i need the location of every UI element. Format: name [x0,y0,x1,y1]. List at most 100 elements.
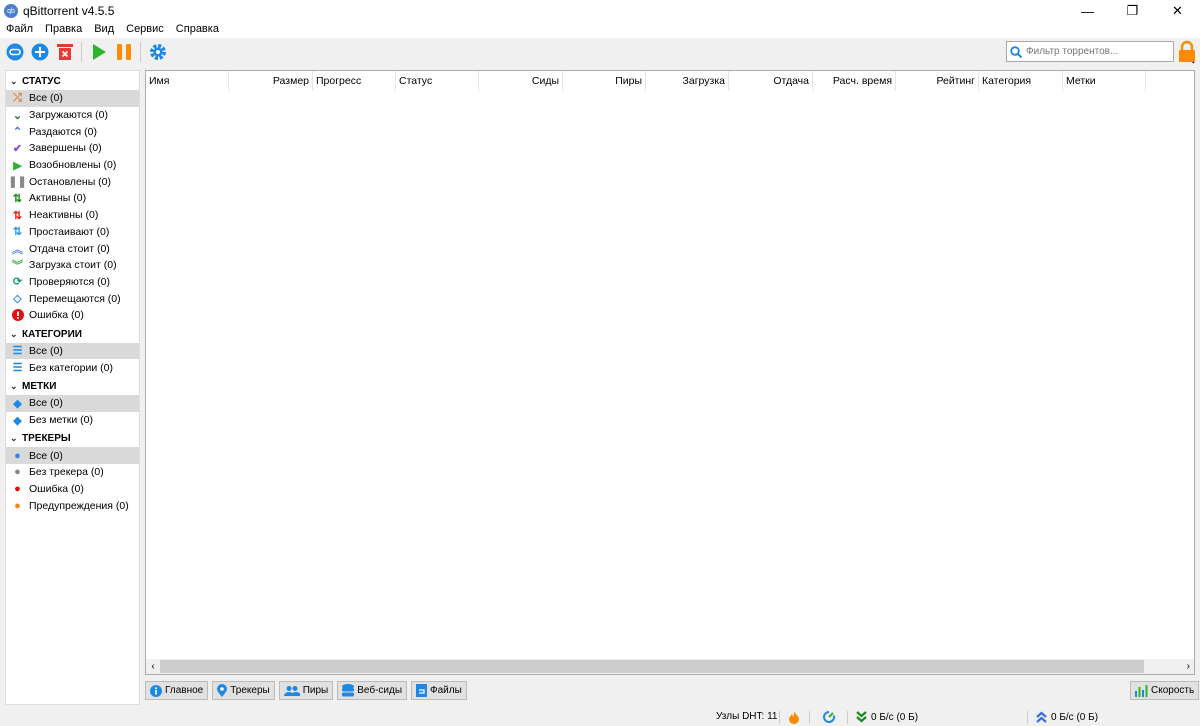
restore-button[interactable]: ❐ [1110,0,1155,22]
sidebar-item-status[interactable]: Ошибка (0) [6,307,139,324]
column-header[interactable]: Расч. время [813,71,896,91]
database-icon [342,684,355,697]
moving-icon: ◇ [13,293,22,306]
column-header[interactable]: До [1146,71,1194,91]
pin-icon [217,684,228,697]
sidebar-item-categories[interactable]: ☰ Без категории (0) [6,359,139,376]
column-header[interactable]: Прогресс [313,71,396,91]
sidebar-item-label: Ошибка (0) [29,483,84,496]
tab-peers[interactable]: Пиры [278,681,334,700]
scrollbar-thumb[interactable] [160,660,1144,673]
sidebar-item-status[interactable]: ⌃ Раздаются (0) [6,123,139,140]
sidebar-item-label: Проверяются (0) [29,275,110,288]
column-header[interactable]: Сиды [479,71,563,91]
app-logo: qb [4,4,18,18]
menu-view[interactable]: Вид [88,22,120,38]
column-header[interactable]: Категория [979,71,1063,91]
chevron-down-icon: ⌄ [10,76,18,86]
column-header[interactable]: Пиры [563,71,646,91]
sidebar-item-status[interactable]: ⇅ Простаивают (0) [6,224,139,241]
pause-icon: ❚❚ [8,176,27,189]
delete-button[interactable] [54,42,75,63]
sidebar-item-status[interactable]: ︽ Отдача стоит (0) [6,240,139,257]
sidebar-item-status[interactable]: ❚❚ Остановлены (0) [6,173,139,190]
menu-file[interactable]: Файл [0,22,39,38]
shuffle-icon: ⤮ [13,91,22,104]
sidebar-item-label: Предупреждения (0) [29,499,129,512]
stalled-upload-icon: ︽ [12,243,23,256]
sidebar-item-label: Загружаются (0) [29,109,108,122]
sidebar-item-status[interactable]: ⟳ Проверяются (0) [6,274,139,291]
column-header[interactable]: Имя [146,71,229,91]
section-categories[interactable]: ⌄ КАТЕГОРИИ [6,326,139,343]
speed-button[interactable]: Скорость [1130,681,1200,700]
sidebar-item-tags[interactable]: ◆ Без метки (0) [6,412,139,429]
sidebar-item-label: Загрузка стоит (0) [29,259,117,272]
sidebar-item-status[interactable]: ⇅ Неактивны (0) [6,207,139,224]
pause-icon [116,44,131,60]
torrent-table: Имя Размер Прогресс Статус Сиды Пиры Загрузка О… [145,70,1195,675]
upload-speed[interactable]: 0 Б/с (0 Б) [1036,711,1098,723]
checking-icon: ⟳ [12,276,23,289]
section-trackers[interactable]: ⌄ ТРЕКЕРЫ [6,430,139,447]
resume-button[interactable] [88,42,109,63]
sidebar-item-trackers[interactable]: ● Предупреждения (0) [6,497,139,514]
section-title: СТАТУС [22,76,61,87]
column-header[interactable]: Статус [396,71,479,91]
sidebar-item-status[interactable]: ⇅ Активны (0) [6,190,139,207]
download-icon [856,711,867,723]
tab-general[interactable]: Главное [145,681,209,700]
chevron-down-icon: ⌄ [10,328,18,339]
files-icon [416,684,428,697]
section-tags[interactable]: ⌄ МЕТКИ [6,378,139,395]
download-speed[interactable]: 0 Б/с (0 Б) [856,711,918,723]
tab-trackers[interactable]: Трекеры [212,681,275,700]
pin-icon: ● [14,449,21,462]
sidebar-item-trackers[interactable]: ● Все (0) [6,447,139,465]
pin-icon: ● [14,483,21,496]
scroll-left-icon[interactable]: ‹ [146,661,160,672]
column-header[interactable]: Рейтинг [896,71,979,91]
tab-web-seeds[interactable]: Веб-сиды [337,681,408,700]
sidebar-item-status[interactable]: ✔ Завершены (0) [6,140,139,157]
scroll-right-icon[interactable]: › [1144,661,1194,672]
section-status[interactable]: ⌄ СТАТУС [6,73,139,90]
add-link-button[interactable] [4,42,25,63]
window-title: qBittorrent v4.5.5 [23,4,115,18]
menu-help[interactable]: Справка [170,22,225,38]
torrent-filter[interactable] [1006,41,1174,62]
menu-edit[interactable]: Правка [39,22,88,38]
sidebar-item-status[interactable]: ▶ Возобновлены (0) [6,157,139,174]
sidebar-item-status[interactable]: ︾ Загрузка стоит (0) [6,257,139,274]
connection-status-button[interactable] [789,711,799,724]
column-header[interactable]: Размер [229,71,313,91]
close-button[interactable]: ✕ [1155,0,1200,22]
sidebar-item-status[interactable]: ◇ Перемещаются (0) [6,290,139,307]
status-bar: Узлы DHT: 11 0 Б/с (0 Б) 0 Б/с (0 Б) [0,708,1200,726]
lock-button[interactable] [1177,40,1197,64]
alt-speed-button[interactable] [823,711,835,723]
column-header[interactable]: Отдача [729,71,813,91]
sidebar-item-label: Неактивны (0) [29,209,99,222]
horizontal-scrollbar[interactable]: ‹ › [146,659,1194,674]
download-icon: ⌄ [12,109,23,122]
add-torrent-button[interactable] [29,42,50,63]
stalled-arrows-icon: ⇅ [12,226,23,239]
filter-input[interactable] [1026,46,1166,57]
chevron-down-icon: ⌄ [10,433,18,444]
sidebar-item-status[interactable]: ⌄ Загружаются (0) [6,107,139,124]
sidebar-item-categories[interactable]: ☰ Все (0) [6,342,139,360]
sidebar-item-trackers[interactable]: ● Ошибка (0) [6,481,139,498]
sidebar-item-trackers[interactable]: ● Без трекера (0) [6,464,139,481]
column-header[interactable]: Метки [1063,71,1146,91]
tab-files[interactable]: Файлы [411,681,467,700]
check-icon: ✔ [12,142,23,155]
settings-button[interactable] [147,42,168,63]
sidebar-item-tags[interactable]: ◆ Все (0) [6,395,139,412]
column-header[interactable]: Загрузка [646,71,729,91]
sidebar-item-status[interactable]: ⤮ Все (0) [6,90,139,107]
lock-icon [1179,40,1195,64]
menu-tools[interactable]: Сервис [120,22,170,38]
minimize-button[interactable]: — [1065,0,1110,22]
pause-button[interactable] [113,42,134,63]
